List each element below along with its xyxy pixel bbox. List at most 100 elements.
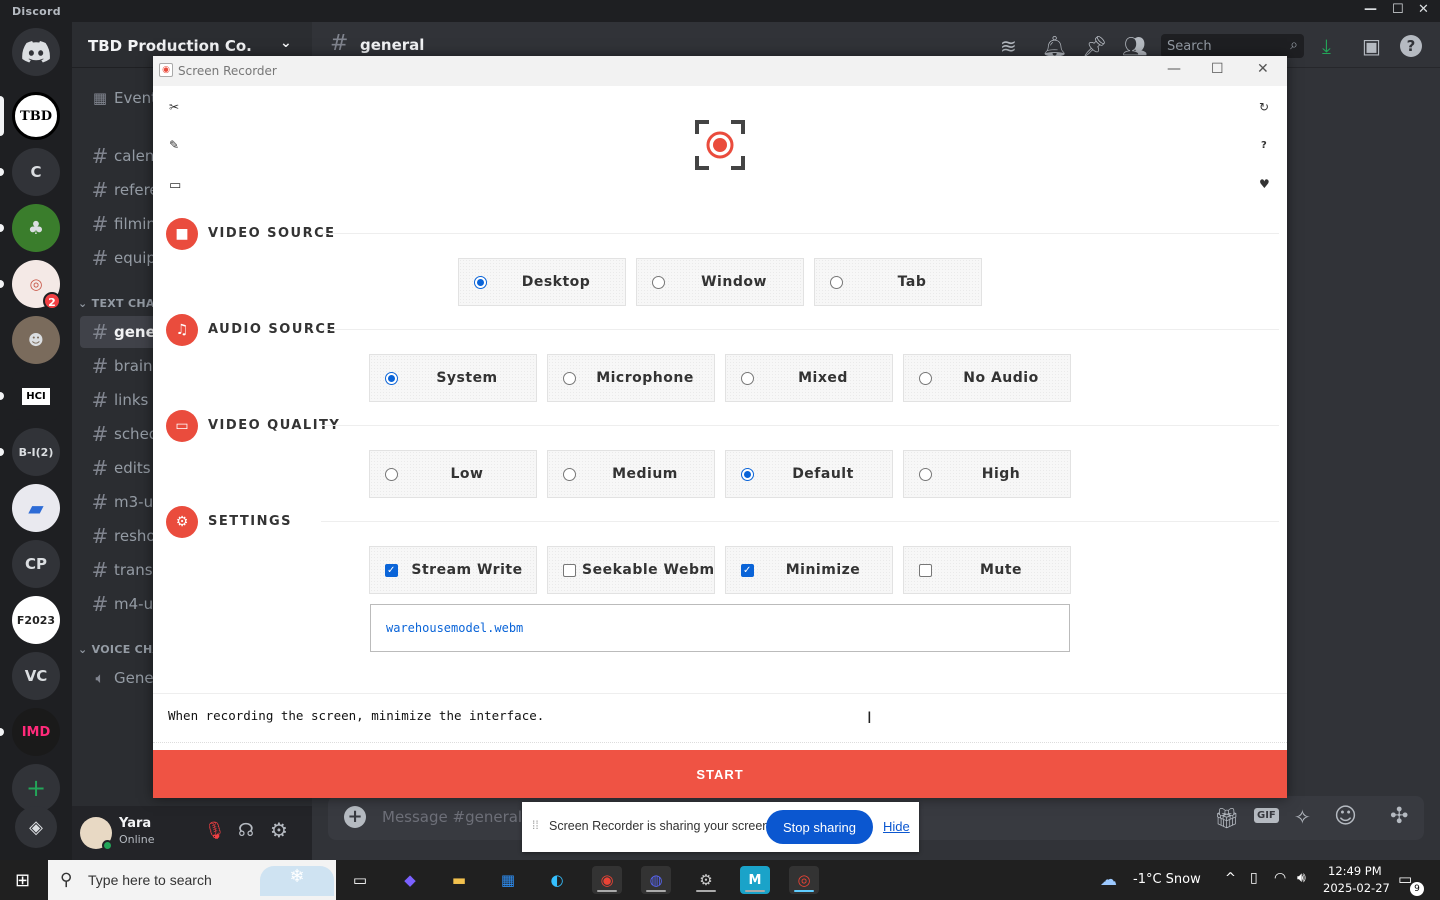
crop-icon[interactable]: ✂ <box>169 100 179 114</box>
setting-mute[interactable]: Mute <box>903 546 1071 594</box>
server-car-avatar[interactable]: ▰ <box>12 484 60 532</box>
m-app-icon[interactable]: M <box>740 866 770 894</box>
server-c[interactable]: C <box>12 148 60 196</box>
edge-icon[interactable]: ◐ <box>542 866 572 894</box>
server-tbd-production[interactable]: TBD <box>12 92 60 140</box>
members-icon[interactable]: 👥︎ <box>1122 34 1147 58</box>
video-source-desktop[interactable]: Desktop <box>458 258 626 306</box>
radio-button[interactable] <box>741 372 754 385</box>
stop-sharing-button[interactable]: Stop sharing <box>766 810 873 844</box>
add-server-button[interactable]: + <box>12 764 60 812</box>
help-icon[interactable]: ? <box>1400 35 1422 57</box>
inbox-icon[interactable]: ▣ <box>1362 34 1381 58</box>
audio-source-system[interactable]: System <box>369 354 537 402</box>
message-input[interactable]: Message #general <box>382 808 522 826</box>
maximize-icon[interactable]: ☐ <box>1211 61 1224 77</box>
download-icon[interactable]: ⤓ <box>1322 34 1331 58</box>
hide-link[interactable]: Hide <box>883 819 910 834</box>
radio-button[interactable] <box>652 276 665 289</box>
close-icon[interactable]: ✕ <box>1418 2 1429 17</box>
radio-button[interactable] <box>474 276 487 289</box>
server-photo-avatar[interactable]: ☻ <box>12 316 60 364</box>
server-b-i2[interactable]: B-I(2) <box>12 428 60 476</box>
close-icon[interactable]: ✕ <box>1257 61 1269 77</box>
radio-button[interactable] <box>563 468 576 481</box>
refresh-icon[interactable]: ↻ <box>1259 100 1269 114</box>
checkbox[interactable] <box>563 564 576 577</box>
pin-icon[interactable]: 📌︎ <box>1082 34 1107 58</box>
filename-input[interactable] <box>370 604 1070 652</box>
windows-start-icon[interactable]: ⊞ <box>15 870 30 891</box>
mic-muted-icon[interactable]: 🎙︎ <box>204 821 226 841</box>
emoji-icon[interactable]: ☺ <box>1334 804 1357 829</box>
audio-source-microphone[interactable]: Microphone <box>547 354 715 402</box>
radio-button[interactable] <box>919 468 932 481</box>
search-input[interactable]: Search ⌕ <box>1161 34 1304 58</box>
file-explorer-icon[interactable]: ▬ <box>444 866 474 894</box>
chrome-icon[interactable]: ◉ <box>592 866 622 894</box>
minimize-icon[interactable]: — <box>1364 2 1377 17</box>
setting-seekable-webm[interactable]: Seekable Webm <box>547 546 715 594</box>
server-cp[interactable]: CP <box>12 540 60 588</box>
taskbar-search[interactable]: ⚲ Type here to search ❄ <box>48 860 336 900</box>
device-icon[interactable]: ▯ <box>1250 870 1258 886</box>
quality-high[interactable]: High <box>903 450 1071 498</box>
video-source-window[interactable]: Window <box>636 258 804 306</box>
quality-default[interactable]: Default <box>725 450 893 498</box>
discord-home-button[interactable] <box>12 28 60 76</box>
minimize-icon[interactable]: — <box>1167 61 1181 77</box>
quality-medium[interactable]: Medium <box>547 450 715 498</box>
checkbox[interactable]: ✓ <box>385 564 398 577</box>
setting-minimize[interactable]: ✓ Minimize <box>725 546 893 594</box>
server-f2023[interactable]: F2023 <box>12 596 60 644</box>
task-view-icon[interactable]: ▭ <box>345 866 375 894</box>
plus-circle-icon[interactable]: + <box>344 806 366 828</box>
clock-time[interactable]: 12:49 PM <box>1328 864 1382 878</box>
chevron-up-icon[interactable]: ^ <box>1225 871 1236 886</box>
server-vc[interactable]: VC <box>12 652 60 700</box>
help-icon[interactable]: ? <box>1261 140 1267 151</box>
apps-icon[interactable]: ✣ <box>1390 804 1408 829</box>
headphones-icon[interactable]: ☊ <box>238 820 254 841</box>
copilot-icon[interactable]: ◆ <box>395 866 425 894</box>
discord-taskbar-icon[interactable]: ◍ <box>641 866 671 894</box>
drag-handle-icon[interactable]: ⁞⁞ <box>532 818 539 832</box>
radio-button[interactable] <box>830 276 843 289</box>
radio-button[interactable] <box>563 372 576 385</box>
gift-icon[interactable]: 🎁︎ <box>1214 806 1239 830</box>
audio-source-mixed[interactable]: Mixed <box>725 354 893 402</box>
settings-app-icon[interactable]: ⚙ <box>691 866 721 894</box>
server-green-avatar[interactable]: ♣ <box>12 204 60 252</box>
maximize-icon[interactable]: ☐ <box>1392 2 1404 17</box>
audio-source-no-audio[interactable]: No Audio <box>903 354 1071 402</box>
radio-button[interactable] <box>385 372 398 385</box>
wifi-icon[interactable]: ◠ <box>1274 870 1286 886</box>
sticker-icon[interactable]: ✧ <box>1294 805 1311 829</box>
microsoft-store-icon[interactable]: ▦ <box>493 866 523 894</box>
radio-button[interactable] <box>385 468 398 481</box>
quality-low[interactable]: Low <box>369 450 537 498</box>
volume-icon[interactable]: 🔊︎ <box>1297 870 1306 886</box>
bell-icon[interactable]: 🔔︎ <box>1042 34 1067 58</box>
voice-channels-category[interactable]: ⌄ VOICE CHA <box>78 643 161 656</box>
heart-icon[interactable]: ♥ <box>1259 177 1270 191</box>
screen-recorder-taskbar-icon[interactable]: ◎ <box>789 866 819 894</box>
checkbox[interactable]: ✓ <box>741 564 754 577</box>
gear-icon[interactable]: ⚙ <box>270 818 288 842</box>
weather-text[interactable]: -1°C Snow <box>1133 872 1201 887</box>
start-button[interactable]: START <box>153 750 1287 798</box>
clock-date[interactable]: 2025-02-27 <box>1323 881 1390 895</box>
pencil-icon[interactable]: ✎ <box>169 138 179 152</box>
rectangle-icon[interactable]: ▭ <box>169 178 181 193</box>
radio-button[interactable] <box>919 372 932 385</box>
discover-button[interactable]: ◈ <box>15 806 57 848</box>
server-imd[interactable]: IMD <box>12 708 60 756</box>
server-hci[interactable]: HCI <box>12 372 60 420</box>
setting-stream-write[interactable]: ✓ Stream Write <box>369 546 537 594</box>
radio-button[interactable] <box>741 468 754 481</box>
text-channels-category[interactable]: ⌄ TEXT CHAN <box>78 297 164 310</box>
checkbox[interactable] <box>919 564 932 577</box>
video-source-tab[interactable]: Tab <box>814 258 982 306</box>
threads-icon[interactable]: ≋ <box>1000 34 1017 58</box>
gif-icon[interactable]: GIF <box>1254 808 1279 823</box>
